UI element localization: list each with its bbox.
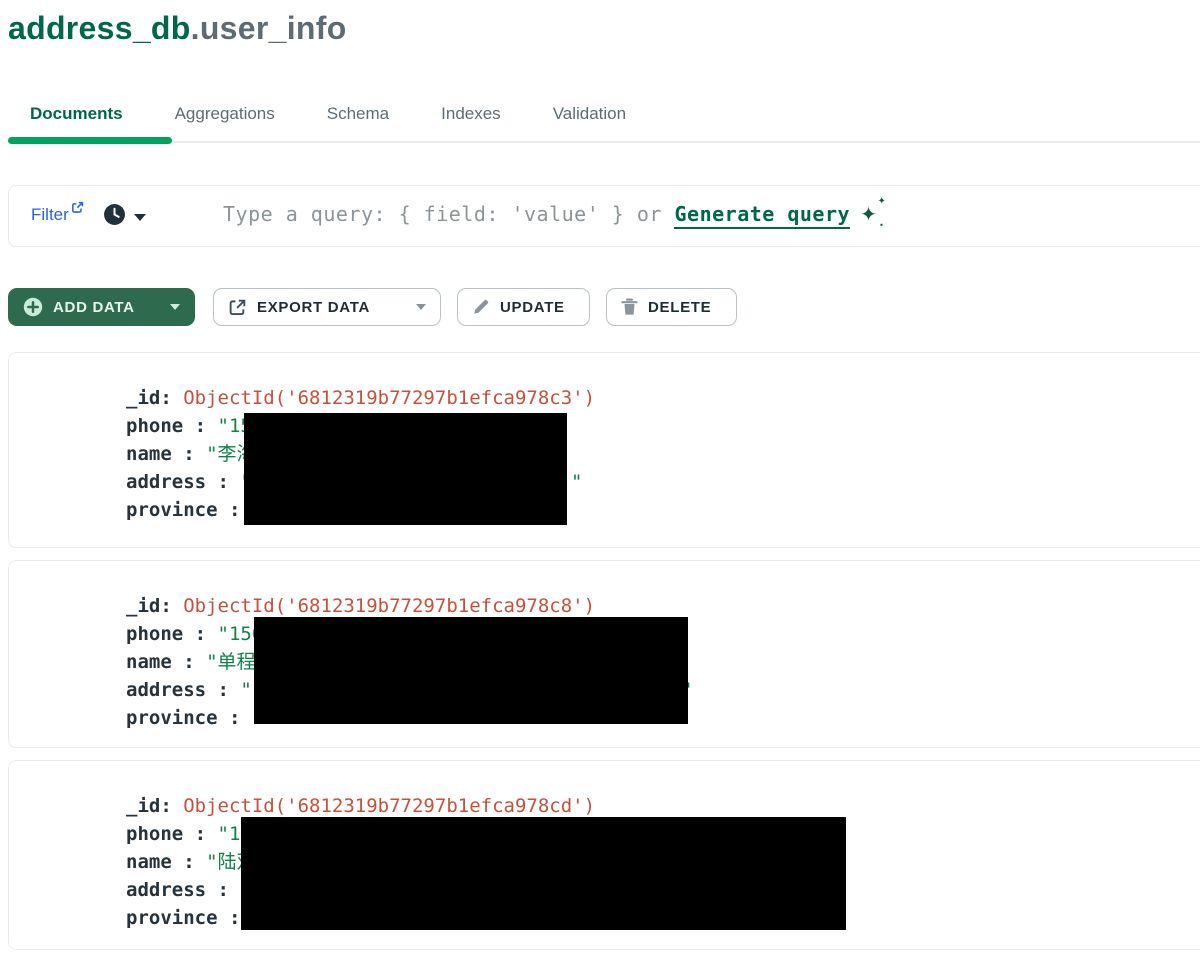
sparkle-icon: ✦✦• [860,202,877,226]
document-card[interactable]: _id: ObjectId('6812319b77297b1efca978c3'… [8,352,1200,548]
generate-query-link[interactable]: Generate query [674,202,850,229]
collection-name: user_info [200,10,347,46]
db-name: address_db [8,10,191,46]
update-label: UPDATE [500,299,565,316]
add-data-button[interactable]: ADD DATA [8,288,195,326]
address-closing-quote: " [571,468,582,496]
chevron-down-icon [134,214,146,221]
query-input[interactable]: Type a query: { field: 'value' } or Gene… [223,202,877,226]
field-id: _id: ObjectId('6812319b77297b1efca978c3'… [126,384,1200,412]
filter-label: Filter [31,205,69,224]
page-title: address_db.user_info [8,10,347,47]
collection-tabs: Documents Aggregations Schema Indexes Va… [30,104,626,130]
pencil-icon [472,298,490,316]
redaction-box [241,817,846,930]
document-card[interactable]: _id: ObjectId('6812319b77297b1efca978cd'… [8,760,1200,950]
document-fields: _id: ObjectId('6812319b77297b1efca978c3'… [9,353,1200,524]
namespace-dot: . [191,10,200,46]
plus-circle-icon [23,297,43,317]
tab-aggregations[interactable]: Aggregations [175,104,275,130]
external-link-icon [71,199,84,218]
tabs-divider [8,141,1200,143]
tab-validation[interactable]: Validation [553,104,626,130]
add-data-label: ADD DATA [53,299,135,316]
export-data-button[interactable]: EXPORT DATA [213,288,441,326]
objectid-value: ObjectId('6812319b77297b1efca978cd') [183,795,595,817]
document-card[interactable]: _id: ObjectId('6812319b77297b1efca978c8'… [8,560,1200,748]
query-placeholder: Type a query: { field: 'value' } or [223,202,662,226]
export-icon [228,298,247,317]
objectid-value: ObjectId('6812319b77297b1efca978c3') [183,387,595,409]
field-id: _id: ObjectId('6812319b77297b1efca978c8'… [126,592,1200,620]
export-data-label: EXPORT DATA [257,299,370,316]
tab-indexes[interactable]: Indexes [441,104,501,130]
query-bar: Filter Type a query: { field: 'value' } … [8,185,1200,247]
redaction-box [244,413,567,525]
delete-button[interactable]: DELETE [606,288,737,326]
tab-schema[interactable]: Schema [327,104,389,130]
update-button[interactable]: UPDATE [457,288,590,326]
clock-icon [103,203,126,231]
field-id: _id: ObjectId('6812319b77297b1efca978cd'… [126,792,1200,820]
objectid-value: ObjectId('6812319b77297b1efca978c8') [183,595,595,617]
tab-documents[interactable]: Documents [30,104,123,130]
active-tab-indicator [8,137,172,144]
delete-label: DELETE [648,299,711,316]
query-history-button[interactable] [103,203,146,231]
redaction-box [254,617,688,724]
chevron-down-icon [170,304,180,310]
trash-icon [621,298,638,316]
chevron-down-icon [416,304,426,310]
filter-link[interactable]: Filter [31,205,82,225]
